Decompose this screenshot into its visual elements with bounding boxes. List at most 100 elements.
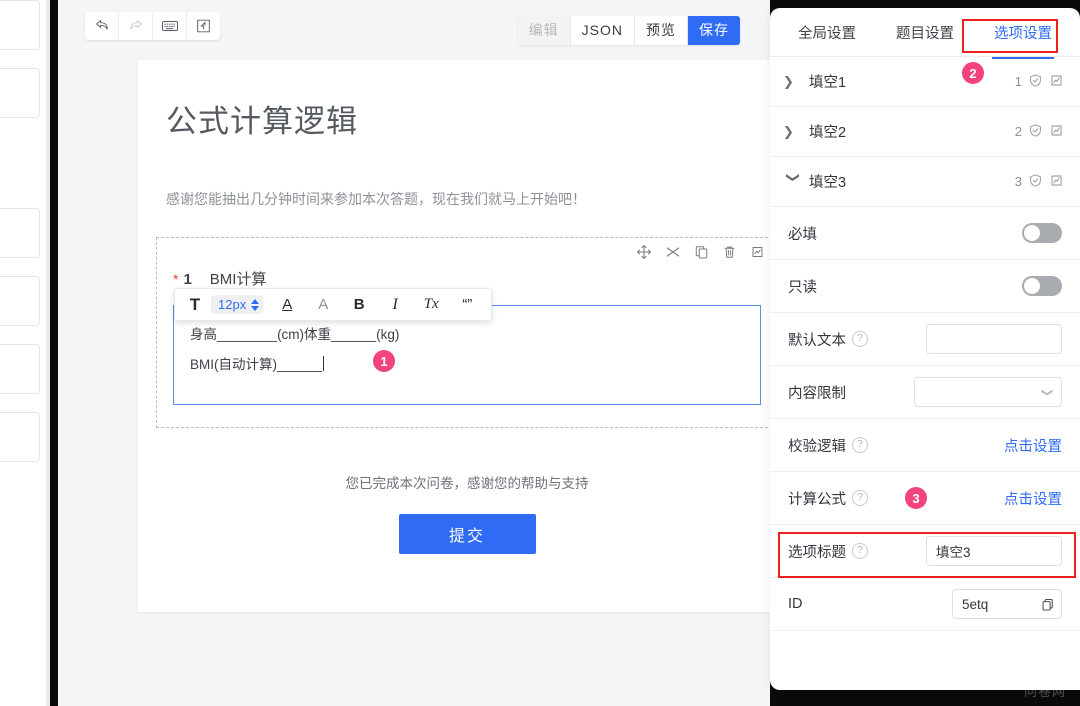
delete-icon[interactable]	[722, 244, 737, 265]
tab-json[interactable]: JSON	[570, 16, 635, 45]
question-number: 1	[183, 271, 192, 288]
toggle-knob	[1024, 225, 1040, 241]
undo-icon[interactable]	[85, 12, 119, 40]
accordion-count: 2	[1014, 124, 1022, 139]
sidebar-card[interactable]: 题	[0, 208, 40, 258]
tab-option-settings-label: 选项设置	[994, 25, 1052, 42]
help-icon[interactable]: ?	[852, 490, 868, 506]
answer-line: 身高________(cm)体重______(kg)	[190, 327, 400, 342]
import-icon[interactable]	[187, 12, 220, 40]
format-toolbar: T 12px A A B I Tx “”	[174, 288, 493, 321]
chevron-right-icon: ❯	[783, 123, 794, 139]
mode-segmented-control: 编辑 JSON 预览 保存	[517, 16, 740, 45]
submit-button[interactable]: 提交	[398, 514, 536, 554]
sidebar-card[interactable]	[0, 0, 40, 50]
shield-check-icon[interactable]	[1028, 123, 1043, 141]
setting-label-text: 内容限制	[788, 385, 846, 402]
sidebar-card[interactable]	[0, 276, 40, 326]
app-screen: 题	[0, 0, 1080, 706]
text-caret	[323, 356, 325, 371]
accordion-item-blank2[interactable]: ❯ 填空2 2	[770, 107, 1080, 157]
tab-global-settings[interactable]: 全局设置	[778, 16, 876, 49]
setting-label-text: 只读	[788, 279, 817, 296]
accordion-meta: 2	[1015, 123, 1064, 141]
accordion-count: 3	[1014, 174, 1022, 189]
left-sidebar: 题	[0, 0, 46, 706]
setting-row-default-text: 默认文本 ?	[770, 313, 1080, 366]
setting-label-text: 默认文本	[788, 332, 846, 349]
accordion-item-blank1[interactable]: ❯ 填空1 1	[770, 57, 1080, 107]
move-icon[interactable]	[636, 244, 652, 265]
validate-logic-link[interactable]: 点击设置	[1004, 435, 1062, 456]
clear-format-icon[interactable]: Tx	[419, 289, 443, 320]
redo-icon[interactable]	[119, 12, 153, 40]
help-icon[interactable]: ?	[852, 543, 868, 559]
default-text-input[interactable]	[926, 324, 1062, 354]
save-block-icon[interactable]	[750, 244, 765, 265]
italic-icon[interactable]: I	[383, 289, 407, 320]
option-title-input[interactable]	[926, 536, 1062, 566]
required-toggle[interactable]	[1022, 223, 1062, 243]
setting-label-text: 计算公式	[788, 491, 846, 508]
font-color-icon[interactable]: A	[275, 289, 299, 320]
survey-description: 感谢您能抽出几分钟时间来参加本次答题，现在我们就马上开始吧！	[166, 191, 586, 207]
tab-question-settings[interactable]: 题目设置	[876, 16, 974, 49]
text-style-icon[interactable]: T	[183, 289, 207, 320]
question-block[interactable]: * 1 BMI计算 T 12px A A B I Tx “” 身高_______…	[156, 237, 778, 428]
content-limit-select[interactable]: ❯	[914, 377, 1062, 407]
shuffle-icon[interactable]	[665, 244, 681, 265]
chevron-right-icon: ❯	[783, 73, 794, 89]
setting-control: 点击设置	[1004, 435, 1062, 456]
font-size-stepper[interactable]: 12px	[211, 295, 264, 314]
editor-column: 编辑 JSON 预览 保存 公式计算逻辑 感谢您能抽出几分钟时间来参加本次答题，…	[58, 0, 796, 706]
accordion-item-blank3[interactable]: ❯ 填空3 3	[770, 157, 1080, 207]
setting-row-option-title: 选项标题 ?	[770, 525, 1080, 578]
tab-preview[interactable]: 预览	[635, 16, 688, 45]
copy-icon[interactable]	[694, 244, 709, 265]
setting-label: 只读	[788, 276, 817, 297]
logic-chart-icon[interactable]	[1049, 173, 1064, 191]
logic-chart-icon[interactable]	[1049, 123, 1064, 141]
history-toolbar	[85, 12, 220, 40]
help-icon[interactable]: ?	[852, 331, 868, 347]
setting-control	[1022, 223, 1062, 243]
copy-icon[interactable]	[1041, 597, 1055, 612]
chevron-down-icon: ❯	[786, 171, 801, 183]
step-badge-1: 1	[373, 350, 395, 372]
quote-icon[interactable]: “”	[455, 289, 479, 320]
save-button[interactable]: 保存	[688, 16, 740, 45]
setting-label: 内容限制	[788, 382, 846, 403]
sidebar-card[interactable]	[0, 344, 40, 394]
completion-note: 您已完成本次问卷，感谢您的帮助与支持	[345, 476, 589, 491]
sidebar-card[interactable]	[0, 412, 40, 462]
setting-control: 点击设置	[1004, 488, 1062, 509]
option-id-field[interactable]: 5etq	[952, 589, 1062, 619]
question-tools	[636, 244, 765, 265]
logic-chart-icon[interactable]	[1049, 73, 1064, 91]
option-id-value: 5etq	[962, 596, 989, 612]
setting-row-calc-formula: 计算公式 ? 3 点击设置	[770, 472, 1080, 525]
keyboard-icon[interactable]	[153, 12, 187, 40]
sidebar-card[interactable]	[0, 68, 40, 118]
setting-label: 校验逻辑 ?	[788, 435, 868, 456]
bold-icon[interactable]: B	[347, 289, 371, 320]
readonly-toggle[interactable]	[1022, 276, 1062, 296]
tab-option-settings[interactable]: 选项设置	[974, 16, 1072, 59]
setting-label-text: 必填	[788, 226, 817, 243]
tab-edit[interactable]: 编辑	[517, 16, 571, 45]
help-icon[interactable]: ?	[852, 437, 868, 453]
chevron-down-icon: ❯	[1040, 387, 1053, 397]
accordion-count: 1	[1014, 74, 1022, 89]
setting-row-id: ID 5etq	[770, 578, 1080, 631]
shield-check-icon[interactable]	[1028, 73, 1043, 91]
setting-row-validate-logic: 校验逻辑 ? 点击设置	[770, 419, 1080, 472]
calc-formula-link[interactable]: 点击设置	[1004, 488, 1062, 509]
setting-label: 默认文本 ?	[788, 329, 868, 350]
setting-control	[1022, 276, 1062, 296]
accordion-meta: 3	[1015, 173, 1064, 191]
highlight-color-icon[interactable]: A	[311, 289, 335, 320]
shield-check-icon[interactable]	[1028, 173, 1043, 191]
setting-label-text: ID	[788, 596, 803, 612]
stepper-arrows-icon[interactable]	[251, 298, 260, 311]
